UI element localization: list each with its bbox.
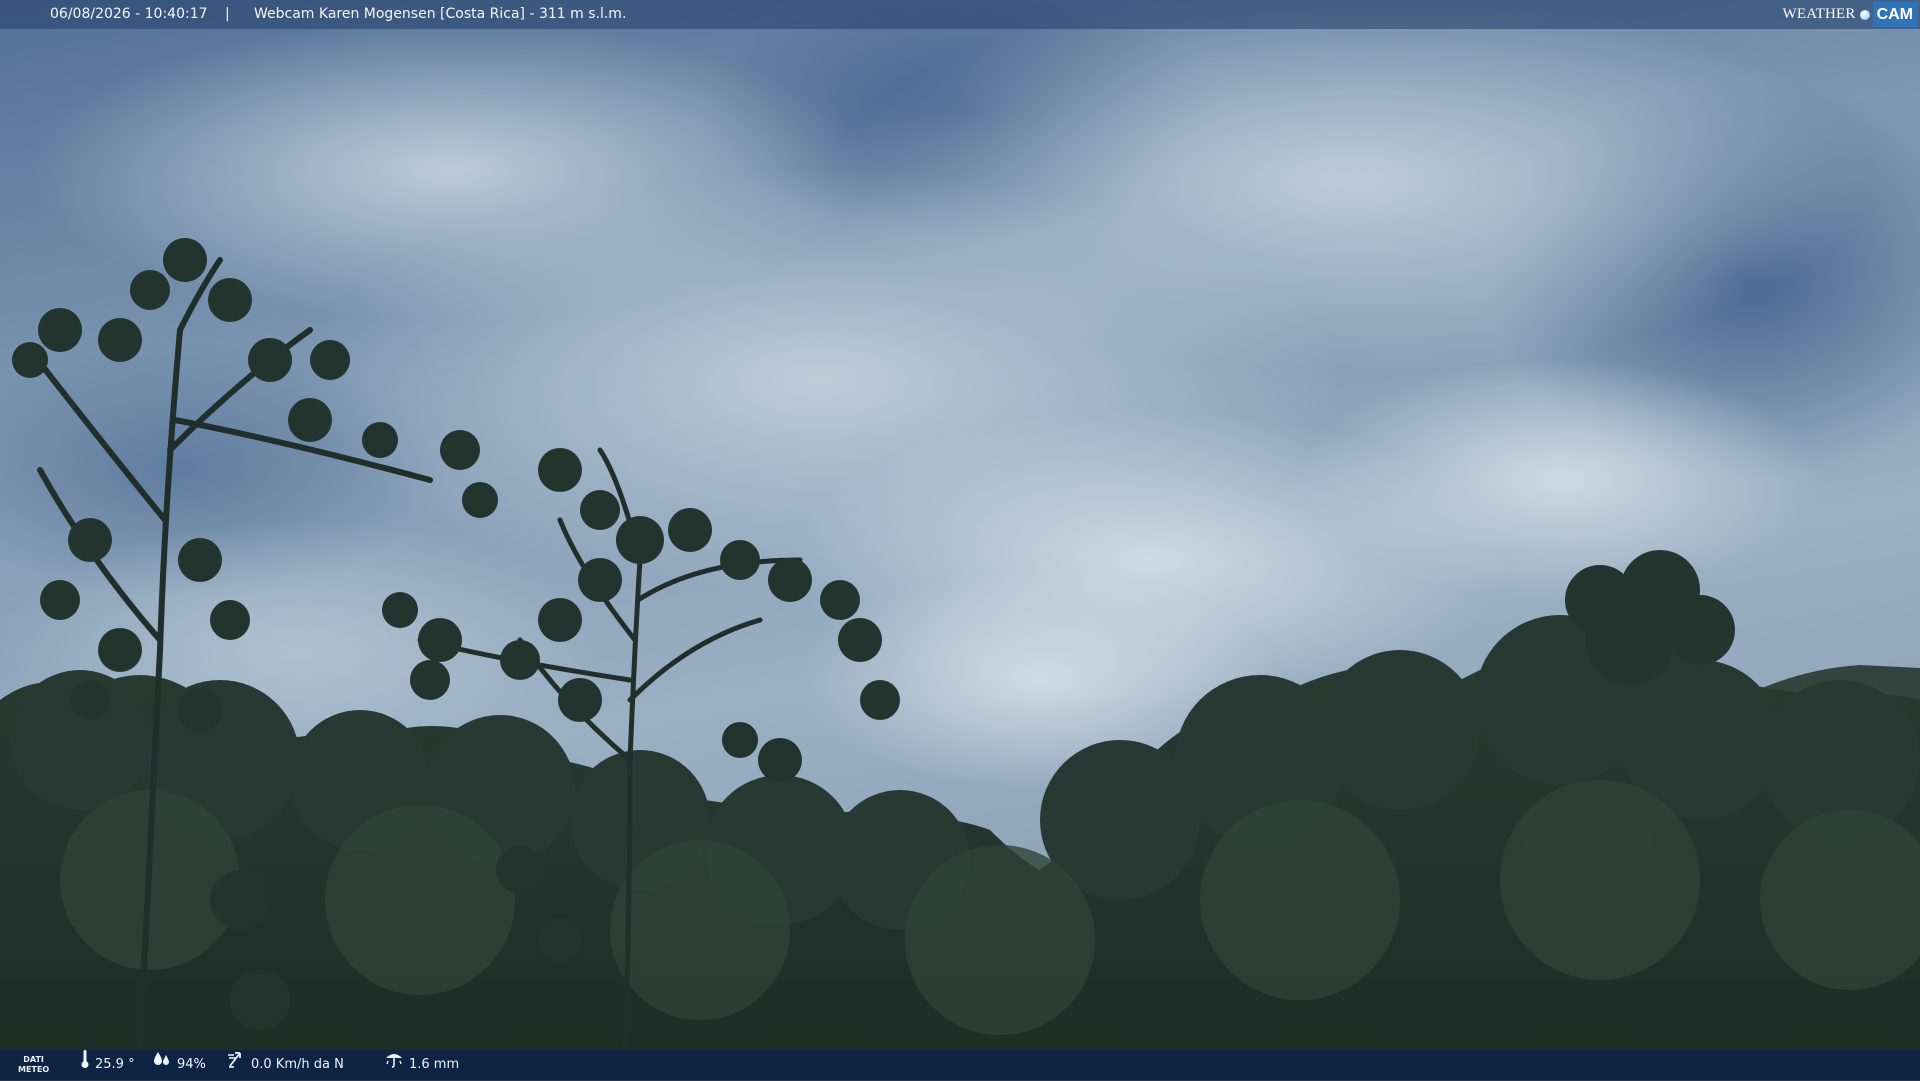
wind-vane-icon [226,1049,246,1081]
weather-data-bar: DATI METEO 25.9 ° 94% [0,1050,1920,1080]
humidity-reading: 94% [152,1050,206,1080]
landscape-scene [0,0,1920,1080]
header-separator: | [225,0,230,29]
logo-globe-icon [1860,10,1870,20]
humidity-drops-icon [152,1050,172,1080]
webcam-title: Webcam Karen Mogensen [Costa Rica] - 311… [254,0,626,29]
meteo-label-line1: DATI [23,1055,44,1065]
meteo-label-line2: METEO [18,1065,49,1075]
rain-gauge-icon [384,1049,404,1081]
rain-value: 1.6 mm [409,1050,459,1080]
rain-reading: 1.6 mm [384,1050,459,1080]
webcam-image [0,0,1920,1080]
humidity-value: 94% [177,1050,206,1080]
wind-value: 0.0 Km/h da N [251,1050,344,1080]
logo-weather-text: WEATHER [1783,0,1858,29]
wind-reading: 0.0 Km/h da N [226,1050,344,1080]
temperature-value: 25.9 ° [95,1050,135,1080]
dati-meteo-label: DATI METEO [18,1050,49,1080]
logo-cam-text: CAM [1873,2,1918,27]
weathercam-logo: WEATHER CAM [1783,0,1920,29]
thermometer-icon [80,1049,90,1081]
header-overlay: 06/08/2026 - 10:40:17 | Webcam Karen Mog… [0,0,1920,29]
timestamp: 06/08/2026 - 10:40:17 [50,0,208,29]
temperature-reading: 25.9 ° [80,1050,135,1080]
